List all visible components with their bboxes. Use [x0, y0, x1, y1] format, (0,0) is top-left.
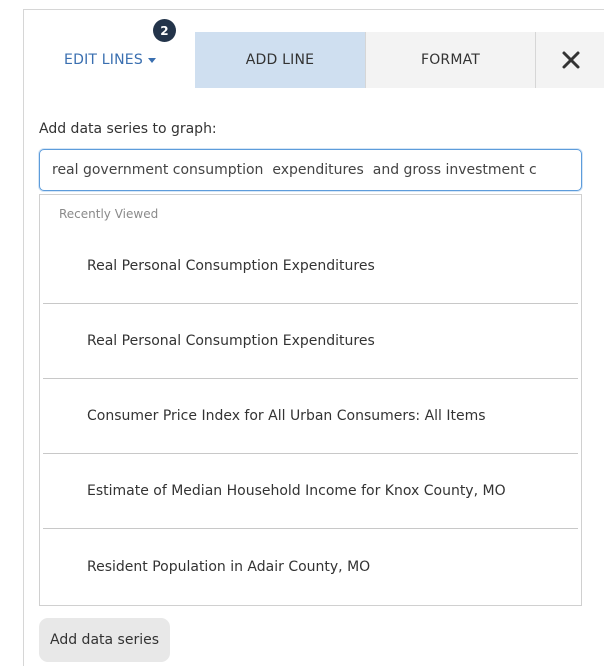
recently-viewed-heading: Recently Viewed [59, 207, 159, 221]
edit-lines-count-badge: 2 [153, 19, 176, 42]
series-search-input[interactable] [39, 149, 582, 191]
graph-edit-panel: EDIT LINES 2 ADD LINE FORMAT Add data se… [23, 9, 604, 666]
tab-add-line[interactable]: ADD LINE [195, 32, 365, 88]
list-item[interactable]: Resident Population in Adair County, MO [43, 529, 578, 604]
list-item[interactable]: Real Personal Consumption Expenditures [43, 229, 578, 304]
list-item[interactable]: Real Personal Consumption Expenditures [43, 304, 578, 379]
close-icon [562, 51, 579, 69]
tab-add-line-label: ADD LINE [245, 52, 315, 68]
list-item[interactable]: Consumer Price Index for All Urban Consu… [43, 379, 578, 454]
caret-down-icon [147, 57, 156, 63]
tab-format[interactable]: FORMAT [365, 32, 535, 88]
suggestions-list: Real Personal Consumption Expenditures R… [43, 229, 578, 604]
tab-edit-lines-label: EDIT LINES [64, 52, 143, 68]
add-series-label: Add data series to graph: [39, 121, 217, 137]
add-data-series-button[interactable]: Add data series [39, 618, 170, 662]
tab-bar: EDIT LINES 2 ADD LINE FORMAT [25, 19, 604, 88]
close-button[interactable] [535, 32, 604, 88]
tab-format-label: FORMAT [420, 52, 481, 68]
tab-edit-lines[interactable]: EDIT LINES 2 [25, 19, 195, 88]
series-suggestions-dropdown: Recently Viewed Real Personal Consumptio… [39, 194, 582, 606]
list-item[interactable]: Estimate of Median Household Income for … [43, 454, 578, 529]
